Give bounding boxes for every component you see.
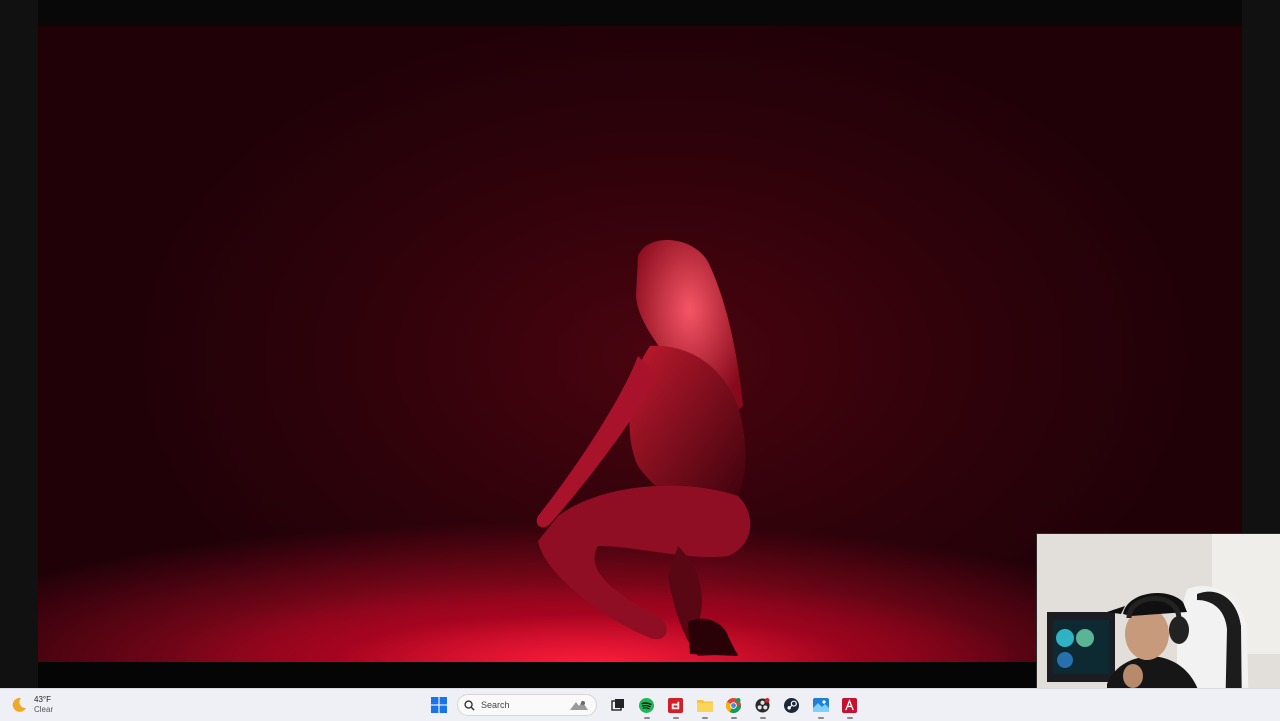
taskbar-search[interactable]: Search — [457, 694, 597, 716]
app-button[interactable] — [839, 694, 861, 719]
task-view-icon — [610, 699, 624, 711]
weather-condition: Clear — [34, 705, 54, 714]
left-letterbox — [0, 0, 38, 688]
spotify-icon — [639, 697, 654, 713]
amd-icon — [668, 697, 683, 713]
obs-button[interactable] — [752, 694, 774, 719]
top-letterbox — [38, 0, 1242, 26]
chrome-button[interactable] — [723, 694, 745, 719]
folder-icon — [696, 700, 713, 712]
taskbar-center: Search — [424, 693, 864, 719]
weather-temperature: 43°F — [34, 695, 51, 704]
start-button[interactable] — [428, 694, 450, 716]
weather-widget[interactable]: 43°F Clear — [10, 693, 53, 717]
steam-button[interactable] — [781, 694, 803, 716]
file-explorer-button[interactable] — [694, 694, 716, 719]
windows-logo-icon — [430, 697, 447, 713]
photos-button[interactable] — [810, 694, 832, 719]
red-app-icon — [842, 697, 857, 713]
task-view-button[interactable] — [607, 694, 629, 716]
steam-icon — [784, 697, 799, 713]
obs-icon — [755, 697, 770, 713]
taskbar: 43°F Clear Search — [0, 688, 1280, 721]
search-highlight-icon — [570, 701, 588, 710]
search-placeholder: Search — [481, 700, 510, 710]
spotify-button[interactable] — [636, 694, 658, 719]
chrome-icon — [726, 697, 741, 713]
photos-icon — [812, 698, 829, 712]
search-icon — [464, 699, 475, 711]
moon-icon — [12, 697, 26, 712]
amd-software-button[interactable] — [665, 694, 687, 719]
